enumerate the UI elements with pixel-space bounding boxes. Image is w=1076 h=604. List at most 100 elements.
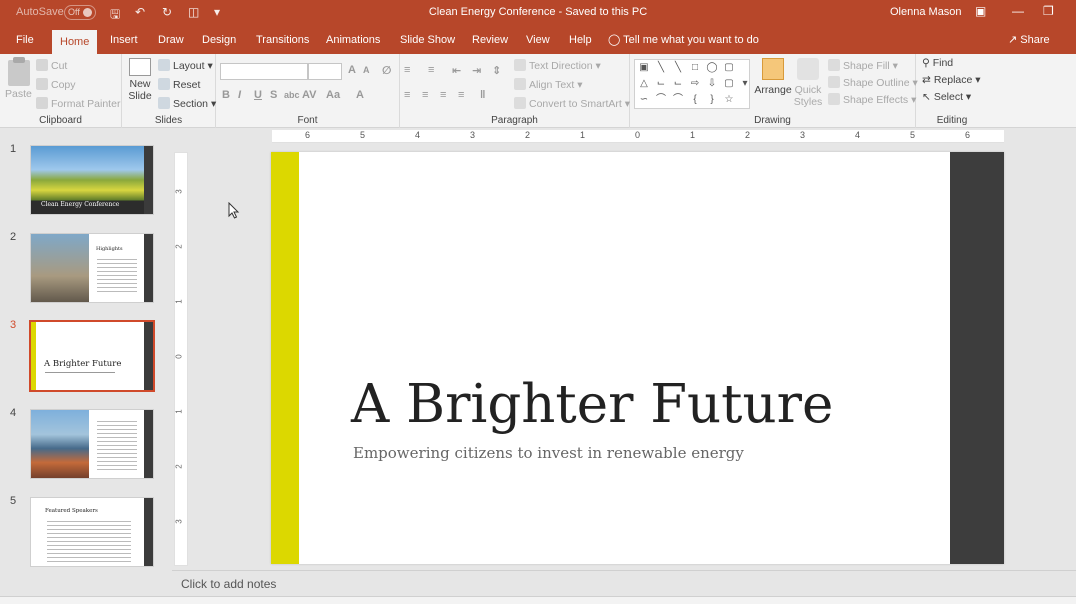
right-arrow-shape-icon[interactable]: ⇨ xyxy=(689,79,701,89)
font-name-combo[interactable] xyxy=(220,63,308,80)
tab-file[interactable]: File xyxy=(8,27,42,54)
thumbnail-row-1[interactable]: 1 Clean Energy Conference xyxy=(0,143,170,215)
oval-shape-icon[interactable]: ◯ xyxy=(706,63,718,73)
new-slide-button[interactable]: New Slide xyxy=(126,58,154,102)
restore-icon[interactable]: ❐ xyxy=(1043,4,1054,18)
underline-icon[interactable]: U xyxy=(254,89,262,101)
star-shape-icon[interactable]: ☆ xyxy=(723,95,735,105)
slide-thumbnail-3[interactable]: A Brighter Future xyxy=(29,320,155,392)
copy-button[interactable]: Copy xyxy=(36,78,76,91)
increase-indent-icon[interactable]: ⇥ xyxy=(472,64,481,77)
clear-format-icon[interactable]: ∅ xyxy=(382,64,391,77)
replace-button[interactable]: ⇄ Replace ▾ xyxy=(922,74,981,86)
change-case-icon[interactable]: Aa xyxy=(326,89,340,101)
share-button[interactable]: ↗ Share xyxy=(1008,27,1050,54)
justify-icon[interactable]: ≡ xyxy=(458,89,464,101)
tab-insert[interactable]: Insert xyxy=(102,27,146,54)
minimize-icon[interactable]: — xyxy=(1012,4,1024,18)
autosave-toggle[interactable]: Off xyxy=(64,5,96,20)
customize-qat-icon[interactable]: ▾ xyxy=(214,5,220,19)
thumbnail-row-4[interactable]: 4 xyxy=(0,407,170,479)
align-left-icon[interactable]: ≡ xyxy=(404,89,410,101)
bold-icon[interactable]: B xyxy=(222,89,230,101)
elbow2-shape-icon[interactable]: ⌙ xyxy=(672,79,684,89)
strikethrough-icon[interactable]: abc xyxy=(284,90,300,100)
layout-button[interactable]: Layout ▾ xyxy=(158,59,213,72)
notes-pane[interactable]: Click to add notes xyxy=(172,570,1076,596)
text-direction-button[interactable]: Text Direction ▾ xyxy=(514,59,601,72)
tab-help[interactable]: Help xyxy=(561,27,600,54)
reset-button[interactable]: Reset xyxy=(158,78,200,91)
shape-outline-button[interactable]: Shape Outline ▾ xyxy=(828,76,918,89)
tab-transitions[interactable]: Transitions xyxy=(248,27,317,54)
arc2-shape-icon[interactable]: ⌒ xyxy=(672,95,684,105)
increase-font-icon[interactable]: A xyxy=(348,64,356,76)
tab-draw[interactable]: Draw xyxy=(150,27,192,54)
find-button[interactable]: ⚲ Find xyxy=(922,57,953,69)
flowchart-shape-icon[interactable]: ▢ xyxy=(723,79,735,89)
quick-styles-button[interactable]: Quick Styles xyxy=(792,58,824,108)
right-brace-shape-icon[interactable]: } xyxy=(706,95,718,105)
shape-effects-button[interactable]: Shape Effects ▾ xyxy=(828,93,916,106)
tab-slide-show[interactable]: Slide Show xyxy=(392,27,463,54)
bullets-icon[interactable]: ≡ xyxy=(404,64,410,76)
arrange-button[interactable]: Arrange xyxy=(754,58,792,96)
decrease-indent-icon[interactable]: ⇤ xyxy=(452,64,461,77)
account-name[interactable]: Olenna Mason xyxy=(890,6,962,18)
format-painter-button[interactable]: Format Painter xyxy=(36,97,120,110)
undo-icon[interactable]: ↶ xyxy=(135,5,145,19)
convert-smartart-button[interactable]: Convert to SmartArt ▾ xyxy=(514,97,630,110)
slide-thumbnail-1[interactable]: Clean Energy Conference xyxy=(30,145,154,215)
notes-placeholder[interactable]: Click to add notes xyxy=(181,577,276,591)
redo-icon[interactable]: ↻ xyxy=(162,5,172,19)
rect-shape-icon[interactable]: □ xyxy=(689,63,701,73)
line-spacing-icon[interactable]: ⇕ xyxy=(492,64,501,77)
slide-thumbnail-2[interactable]: Highlights xyxy=(30,233,154,303)
cut-button[interactable]: Cut xyxy=(36,59,67,72)
columns-icon[interactable]: ‖ xyxy=(480,89,485,101)
numbering-icon[interactable]: ≡ xyxy=(428,64,434,76)
slide-canvas[interactable]: A Brighter Future Empowering citizens to… xyxy=(271,152,1004,564)
gallery-more-icon[interactable]: ▾ xyxy=(739,79,751,89)
paste-icon[interactable] xyxy=(8,57,30,86)
char-spacing-icon[interactable]: AV xyxy=(302,89,316,101)
align-right-icon[interactable]: ≡ xyxy=(440,89,446,101)
arc-shape-icon[interactable]: ⌒ xyxy=(655,95,667,105)
down-arrow-shape-icon[interactable]: ⇩ xyxy=(706,79,718,89)
ribbon-display-options-icon[interactable]: ▣ xyxy=(975,4,986,18)
save-icon[interactable]: 🖫 xyxy=(110,5,120,26)
align-center-icon[interactable]: ≡ xyxy=(422,89,428,101)
font-color-icon[interactable]: A xyxy=(356,89,364,101)
start-from-beginning-icon[interactable]: ◫ xyxy=(188,5,199,19)
tab-review[interactable]: Review xyxy=(464,27,516,54)
tab-home[interactable]: Home xyxy=(52,30,98,54)
line2-shape-icon[interactable]: ╲ xyxy=(672,63,684,73)
slide-title[interactable]: A Brighter Future xyxy=(351,374,833,435)
thumbnail-row-3[interactable]: 3 A Brighter Future xyxy=(0,319,170,392)
shape-fill-button[interactable]: Shape Fill ▾ xyxy=(828,59,898,72)
textbox-shape-icon[interactable]: ▣ xyxy=(638,63,650,73)
elbow-shape-icon[interactable]: ⌙ xyxy=(655,79,667,89)
tab-view[interactable]: View xyxy=(518,27,558,54)
paste-button[interactable]: Paste xyxy=(5,88,32,100)
tab-design[interactable]: Design xyxy=(194,27,244,54)
thumbnail-row-2[interactable]: 2 Highlights xyxy=(0,231,170,303)
thumbnail-row-5[interactable]: 5 Featured Speakers xyxy=(0,495,170,567)
italic-icon[interactable]: I xyxy=(238,89,241,101)
slide-subtitle[interactable]: Empowering citizens to invest in renewab… xyxy=(353,444,744,462)
tell-me-search[interactable]: ◯ Tell me what you want to do xyxy=(608,27,759,54)
shapes-gallery[interactable]: ▣ ╲ ╲ □ ◯ ▢ △ ⌙ ⌙ ⇨ ⇩ ▢ ∽ ⌒ ⌒ { } ☆ ▾ xyxy=(634,59,750,109)
section-button[interactable]: Section ▾ xyxy=(158,97,216,110)
rounded-rect-shape-icon[interactable]: ▢ xyxy=(723,63,735,73)
left-brace-shape-icon[interactable]: { xyxy=(689,95,701,105)
select-button[interactable]: ↖ Select ▾ xyxy=(922,91,971,103)
font-size-combo[interactable] xyxy=(308,63,342,80)
shadow-icon[interactable]: S xyxy=(270,89,277,101)
curve-shape-icon[interactable]: ∽ xyxy=(638,95,650,105)
triangle-shape-icon[interactable]: △ xyxy=(638,79,650,89)
line-shape-icon[interactable]: ╲ xyxy=(655,63,667,73)
align-text-button[interactable]: Align Text ▾ xyxy=(514,78,583,91)
slide-thumbnail-5[interactable]: Featured Speakers xyxy=(30,497,154,567)
slide-thumbnail-4[interactable] xyxy=(30,409,154,479)
tab-animations[interactable]: Animations xyxy=(318,27,388,54)
